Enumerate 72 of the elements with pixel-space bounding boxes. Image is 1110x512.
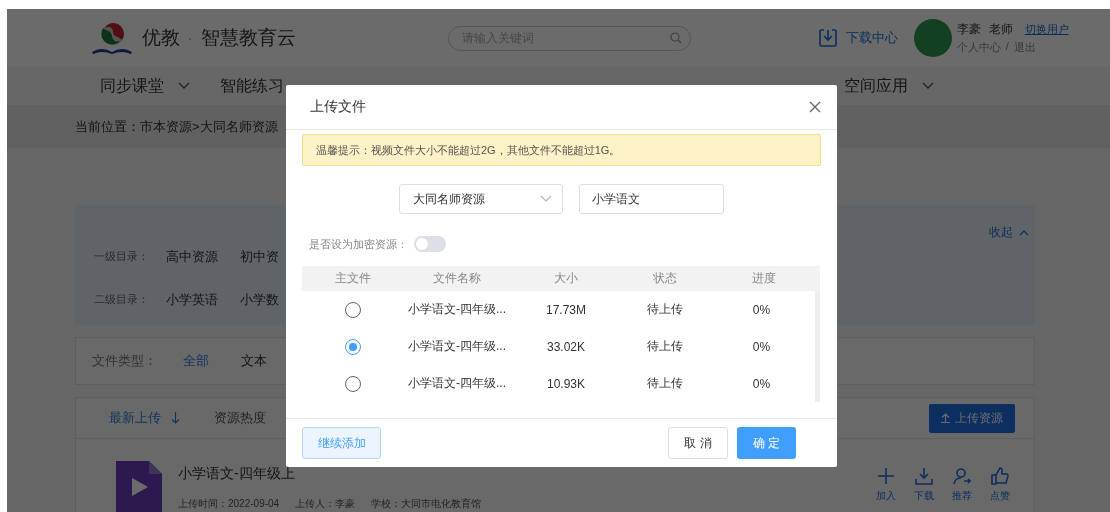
school: 学校：大同市电化教育馆 bbox=[371, 497, 482, 511]
chevron-down-icon bbox=[178, 82, 190, 90]
brand-subtitle: 智慧教育云 bbox=[200, 26, 296, 50]
file-name: 小学语文-四年级... bbox=[407, 338, 507, 355]
filter-option[interactable]: 初中资 bbox=[240, 247, 279, 266]
action-button[interactable]: 点赞 bbox=[988, 467, 1012, 503]
user-arrow-icon bbox=[953, 467, 971, 485]
logo-icon bbox=[90, 21, 134, 55]
column-header: 大小 bbox=[553, 270, 579, 287]
file-size: 17.73M bbox=[545, 302, 587, 317]
chevron-down-icon bbox=[540, 195, 552, 203]
main-file-radio[interactable] bbox=[345, 338, 361, 355]
filter-option[interactable]: 小学数 bbox=[240, 290, 279, 309]
breadcrumb: 当前位置：市本资源>大同名师资源 bbox=[75, 117, 278, 136]
brand-name: 优教 bbox=[142, 26, 180, 50]
resource-title[interactable]: 小学语文-四年级上 bbox=[178, 465, 482, 483]
column-header: 文件名称 bbox=[432, 270, 482, 287]
progress-percent: 0% bbox=[751, 302, 772, 317]
file-status: 待上传 bbox=[646, 301, 684, 318]
column-header: 状态 bbox=[652, 270, 678, 287]
switch-user-link[interactable]: 切换用户 bbox=[1024, 22, 1069, 37]
add-more-button[interactable]: 继续添加 bbox=[302, 427, 381, 459]
sort-option[interactable]: 最新上传 bbox=[109, 409, 180, 427]
close-button[interactable] bbox=[809, 101, 821, 113]
subject-field[interactable]: 小学语文 bbox=[579, 184, 724, 214]
link-separator: / bbox=[1005, 40, 1009, 54]
action-button[interactable]: 推荐 bbox=[950, 467, 974, 503]
sort-option[interactable]: 资源热度 bbox=[214, 409, 266, 427]
user-name: 李豪 bbox=[956, 21, 981, 38]
upload-resource-button[interactable]: 上传资源 bbox=[929, 403, 1015, 433]
search-icon bbox=[669, 31, 682, 44]
download-icon bbox=[817, 28, 838, 48]
filter-option[interactable]: 高中资源 bbox=[166, 247, 218, 266]
progress-percent: 0% bbox=[751, 376, 772, 391]
progress-percent: 0% bbox=[751, 339, 772, 354]
library-select[interactable]: 大同名师资源 bbox=[399, 184, 563, 214]
action-button[interactable]: 加入 bbox=[874, 467, 898, 503]
download-center-link[interactable]: 下载中心 bbox=[817, 28, 898, 48]
file-type-option[interactable]: 全部 bbox=[177, 352, 215, 370]
thumbs-up-icon bbox=[991, 467, 1009, 485]
column-header: 进度 bbox=[751, 270, 777, 287]
file-type-option[interactable]: 文本 bbox=[235, 352, 273, 370]
brand-separator: · bbox=[188, 30, 193, 46]
encrypt-toggle[interactable] bbox=[414, 236, 446, 252]
chevron-up-icon bbox=[1019, 229, 1029, 236]
file-status: 待上传 bbox=[646, 375, 684, 392]
file-name: 小学语文-四年级... bbox=[407, 375, 507, 392]
file-size: 10.93K bbox=[545, 376, 586, 391]
file-name: 小学语文-四年级... bbox=[407, 301, 507, 318]
filter-option[interactable]: 小学英语 bbox=[166, 290, 218, 309]
collapse-button[interactable]: 收起 bbox=[983, 223, 1035, 242]
plus-icon bbox=[877, 467, 895, 485]
dialog-title: 上传文件 bbox=[310, 98, 366, 116]
upload-arrow-icon bbox=[941, 413, 950, 423]
arrow-down-icon bbox=[171, 412, 180, 424]
encrypt-label: 是否设为加密资源： bbox=[309, 236, 408, 252]
main-file-radio[interactable] bbox=[345, 375, 361, 392]
confirm-button[interactable]: 确 定 bbox=[737, 427, 796, 459]
file-size: 33.02K bbox=[545, 339, 586, 354]
nav-item[interactable]: 同步课堂 bbox=[100, 75, 190, 97]
main-file-radio[interactable] bbox=[345, 301, 361, 318]
user-role: 老师 bbox=[988, 21, 1013, 38]
close-icon bbox=[809, 101, 821, 113]
cancel-button[interactable]: 取 消 bbox=[668, 427, 728, 459]
column-header: 主文件 bbox=[334, 270, 372, 287]
download-center-label: 下载中心 bbox=[845, 29, 898, 47]
download-icon bbox=[915, 467, 933, 485]
nav-item[interactable]: 空间应用 bbox=[844, 75, 934, 97]
file-status: 待上传 bbox=[646, 338, 684, 355]
nav-item[interactable]: 智能练习 bbox=[220, 75, 284, 97]
notice-banner: 温馨提示：视频文件大小不能超过2G，其他文件不能超过1G。 bbox=[302, 134, 821, 166]
action-button[interactable]: 下载 bbox=[912, 467, 936, 503]
